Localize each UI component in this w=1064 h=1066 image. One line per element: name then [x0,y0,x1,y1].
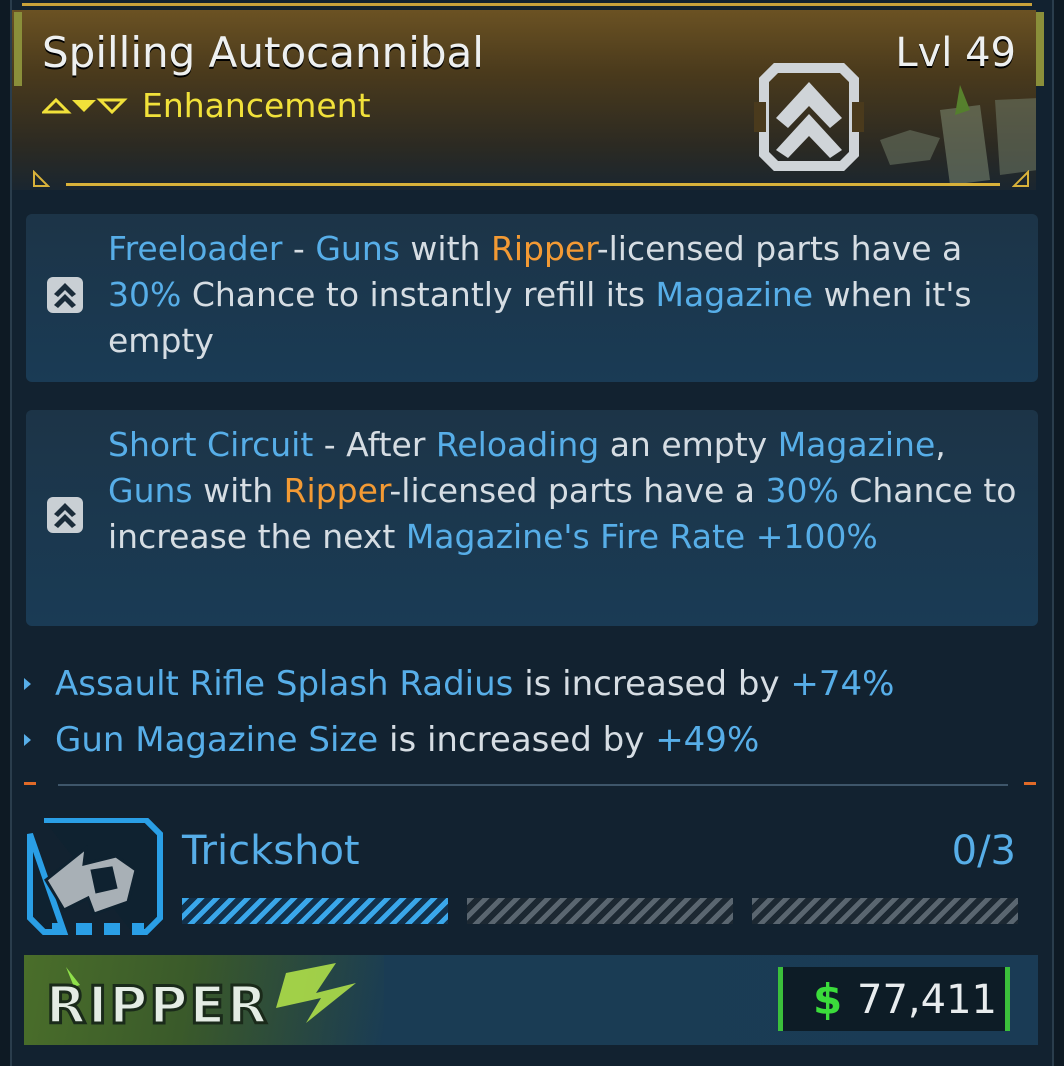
perk-text-segment: 30% [108,275,182,314]
perk-text-segment: Guns [108,471,193,510]
top-rarity-line [22,3,1032,6]
skill-name: Trickshot [182,828,360,874]
skill-progress-segment [182,898,448,924]
perk-text-segment: 30% [765,471,839,510]
perk-text-segment: Magazine [777,425,936,464]
corner-triangle-icon [1012,170,1029,187]
stat-list: Assault Rifle Splash Radius is increased… [24,656,894,768]
perk-text-segment: Chance to instantly refill its [181,275,656,314]
section-divider [58,784,1008,786]
perk-text-segment: Ripper [490,229,597,268]
perk-text-segment: Magazine [655,275,814,314]
perk-text-segment: Guns [315,229,400,268]
perk-text-segment: an empty [599,425,778,464]
stat-name: Gun Magazine Size [55,720,379,760]
bullet-arrow-icon [24,734,31,746]
perk-text-segment: with [399,229,491,268]
skill-progress-segment [752,898,1018,924]
header-accent-right [1036,12,1044,86]
enhancement-chevron-icon [47,277,83,313]
perk-text-segment: - [282,229,316,268]
item-price: 77,411 [857,977,997,1023]
price-box: $ 77,411 [778,967,1010,1031]
perk-card-freeloader: Freeloader - Guns with Ripper-licensed p… [26,214,1038,382]
perk-text-segment: -licensed parts have a [389,471,766,510]
header-underline [66,183,1000,186]
stat-value: +74% [790,664,895,704]
manufacturer-brand: RIPPER [24,955,384,1045]
perk-description: Short Circuit - After Reloading an empty… [108,422,1023,560]
perk-card-short-circuit: Short Circuit - After Reloading an empty… [26,410,1038,626]
perk-text-segment: Magazine's Fire Rate +100% [405,517,878,556]
ripper-logo: RIPPER [45,963,356,1037]
perk-text-segment: Short Circuit [108,425,314,464]
rarity-row: Enhancement [42,86,371,125]
enhancement-emblem-icon [754,63,864,171]
item-name: Spilling Autocannibal [42,28,484,77]
trickshot-skill-icon[interactable] [24,818,164,940]
bullet-arrow-icon [24,678,31,690]
perk-text-segment: , [935,425,946,464]
perk-description: Freeloader - Guns with Ripper-licensed p… [108,226,1023,364]
item-footer: RIPPER $ 77,411 [24,955,1038,1045]
skill-progress-segment [467,898,733,924]
stat-name: Assault Rifle Splash Radius [55,664,514,704]
dollar-icon: $ [813,975,843,1024]
perk-text-segment: - After [313,425,436,464]
stat-line: Gun Magazine Size is increased by +49% [24,712,894,768]
divider-dash [1024,782,1036,785]
perk-text-segment: Freeloader [108,229,283,268]
perk-text-segment: with [192,471,284,510]
svg-text:RIPPER: RIPPER [46,976,269,1036]
perk-text-segment: Reloading [435,425,600,464]
perk-text-segment: -licensed parts have a [596,229,963,268]
stat-text: is increased by [513,664,791,704]
enhancement-chevron-icon [47,497,83,533]
skill-progress-count: 0/3 [951,828,1016,874]
perk-text-segment: Ripper [283,471,390,510]
stat-value: +49% [655,720,760,760]
corner-triangle-icon [33,170,50,187]
stat-text: is increased by [378,720,656,760]
divider-dash [24,782,36,785]
item-level: Lvl 49 [895,30,1016,76]
stat-line: Assault Rifle Splash Radius is increased… [24,656,894,712]
rarity-chevrons-icon [42,97,128,114]
header-accent-left [14,12,22,86]
item-rarity: Enhancement [142,86,371,125]
